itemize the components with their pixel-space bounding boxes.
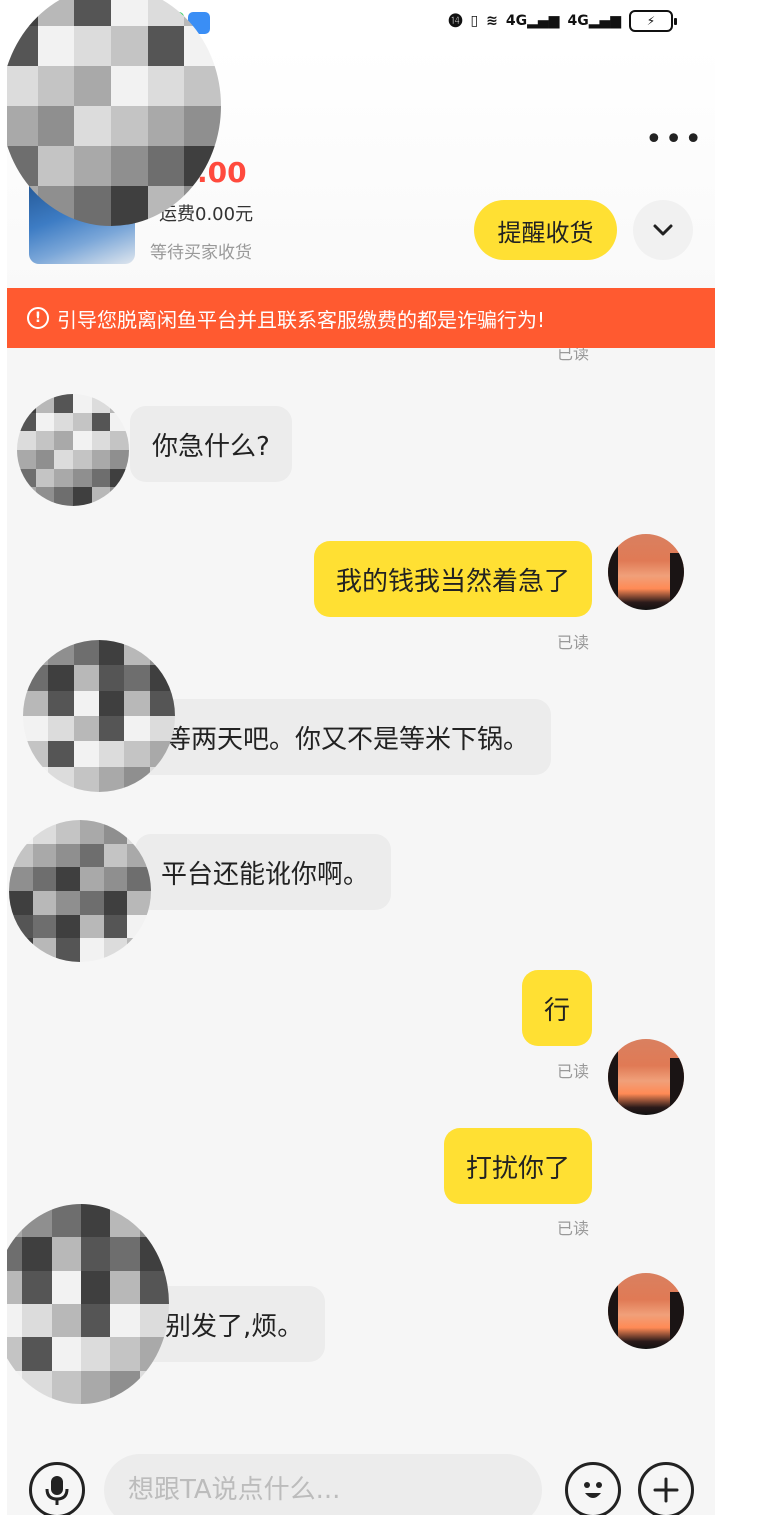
vibrate-icon: ▯ xyxy=(470,13,479,29)
input-bar xyxy=(7,1440,715,1515)
mosaic-avatar-image xyxy=(9,820,151,962)
plus-button[interactable] xyxy=(638,1462,694,1515)
wifi-icon: ≋ xyxy=(486,13,498,29)
signal-2: 4G▂▄▆ xyxy=(567,13,621,29)
message-bubble-outgoing[interactable]: 行 xyxy=(521,970,592,1046)
my-avatar[interactable] xyxy=(608,1039,684,1115)
seller-avatar[interactable] xyxy=(17,394,129,506)
mosaic-avatar-image xyxy=(23,640,175,792)
message-bubble-incoming[interactable]: 你急什么? xyxy=(130,406,292,482)
chevron-down-icon xyxy=(653,224,673,236)
message-bubble-outgoing[interactable]: 打扰你了 xyxy=(443,1128,592,1204)
message-bubble-incoming[interactable]: 平台还能讹你啊。 xyxy=(135,834,392,910)
read-status: 已读 xyxy=(557,633,590,652)
read-status: 已读 xyxy=(557,1062,590,1081)
voice-button[interactable] xyxy=(29,1462,85,1515)
hd-call-icon: ⓮ xyxy=(448,14,463,30)
order-status: 等待买家收货 xyxy=(150,243,252,263)
emoji-button[interactable] xyxy=(565,1462,621,1515)
my-avatar[interactable] xyxy=(608,1273,684,1349)
battery-icon: ⚡ xyxy=(629,10,677,32)
chat-screen: ⓮ ▯ ≋ 4G▂▄▆ 4G▂▄▆ ⚡ ••• .00 运费0.00元 等待买家… xyxy=(7,0,715,1515)
fraud-warning-banner: ! 引导您脱离闲鱼平台并且联系客服缴费的都是诈骗行为! xyxy=(7,288,715,348)
expand-button[interactable] xyxy=(633,200,693,260)
more-horizontal-icon[interactable]: ••• xyxy=(645,125,704,155)
my-avatar[interactable] xyxy=(608,534,684,610)
seller-avatar[interactable] xyxy=(23,640,175,792)
fraud-warning-text: 引导您脱离闲鱼平台并且联系客服缴费的都是诈骗行为! xyxy=(57,307,546,332)
read-status: 已读 xyxy=(557,1219,590,1238)
seller-avatar[interactable] xyxy=(9,820,151,962)
remind-receipt-button[interactable]: 提醒收货 xyxy=(474,200,617,260)
system-status: ⓮ ▯ ≋ 4G▂▄▆ 4G▂▄▆ ⚡ xyxy=(448,10,677,32)
emoji-icon xyxy=(584,1482,602,1498)
warning-circle-icon: ! xyxy=(27,307,49,329)
message-bubble-outgoing[interactable]: 我的钱我当然着急了 xyxy=(313,541,592,617)
plus-icon xyxy=(653,1477,679,1503)
microphone-icon xyxy=(45,1476,69,1505)
signal-1: 4G▂▄▆ xyxy=(505,13,560,29)
message-input[interactable] xyxy=(104,1454,542,1515)
mosaic-avatar-image xyxy=(17,394,129,506)
message-bubble-incoming[interactable]: 等两天吧。你又不是等米下锅。 xyxy=(135,699,552,775)
